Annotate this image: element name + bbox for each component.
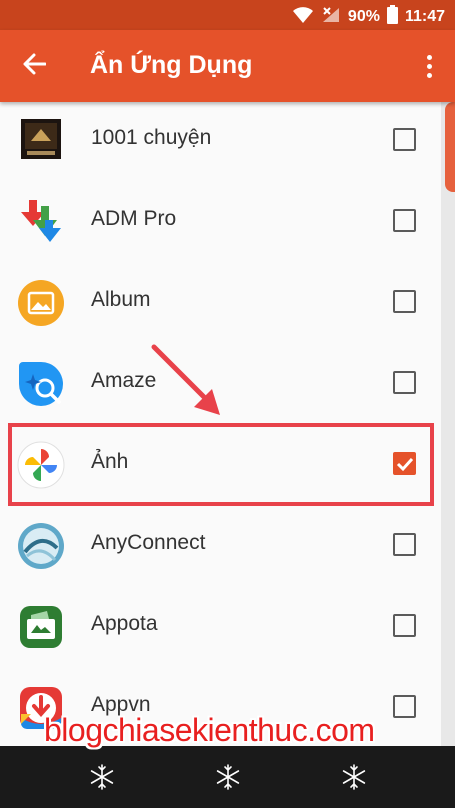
signal-x-icon [321,6,341,29]
scroll-track[interactable] [441,102,455,746]
book-thumbnail-icon [17,117,65,165]
app-checkbox[interactable] [393,533,416,556]
more-vert-icon [426,54,432,60]
page-title: Ẩn Ứng Dụng [90,51,253,79]
snowflake-icon [216,764,240,790]
appota-wallet-icon [17,603,65,651]
app-row-album[interactable]: Album [0,262,440,343]
app-label: Appota [91,612,158,635]
arrow-left-icon [22,53,47,80]
nav-bar [0,746,455,808]
clock: 11:47 [404,8,445,25]
app-checkbox[interactable] [393,290,416,313]
status-bar: 90% 11:47 [0,0,455,30]
snowflake-icon [90,764,114,790]
snowflake-icon [342,764,366,790]
app-row-anyconnect[interactable]: AnyConnect [0,505,440,586]
app-row-adm-pro[interactable]: ADM Pro [0,181,440,262]
app-label: Amaze [91,369,157,392]
nav-recents-button[interactable] [340,763,368,791]
app-checkbox[interactable] [393,209,416,232]
app-label: AnyConnect [91,531,206,554]
battery-percent: 90% [347,8,380,25]
status-icons: 90% 11:47 [292,5,445,29]
app-checkbox[interactable] [393,695,416,718]
album-photo-icon [17,279,65,327]
more-options-button[interactable] [415,48,443,84]
nav-home-button[interactable] [214,763,242,791]
watermark-text: blogchiasekienthuc.com [44,712,375,748]
app-row-appota[interactable]: Appota [0,586,440,667]
highlight-annotation-box [8,423,434,506]
annotation-arrow-icon [150,343,230,428]
app-row-1001-chuyen[interactable]: 1001 chuyện [0,102,440,181]
more-vert-dot [426,63,432,69]
wifi-icon [292,6,314,29]
app-label: 1001 chuyện [91,126,212,149]
scrollbar-thumb[interactable] [445,102,455,192]
app-label: Album [91,288,151,311]
anyconnect-globe-icon [17,522,65,570]
back-button[interactable] [16,48,52,84]
battery-icon [386,5,398,29]
amaze-magnifier-icon [17,360,65,408]
nav-back-button[interactable] [88,763,116,791]
app-checkbox[interactable] [393,614,416,637]
app-checkbox[interactable] [393,371,416,394]
more-vert-dot [426,72,432,78]
app-bar: Ẩn Ứng Dụng [0,30,455,102]
download-arrows-icon [17,198,65,246]
app-label: ADM Pro [91,207,177,230]
app-checkbox[interactable] [393,128,416,151]
